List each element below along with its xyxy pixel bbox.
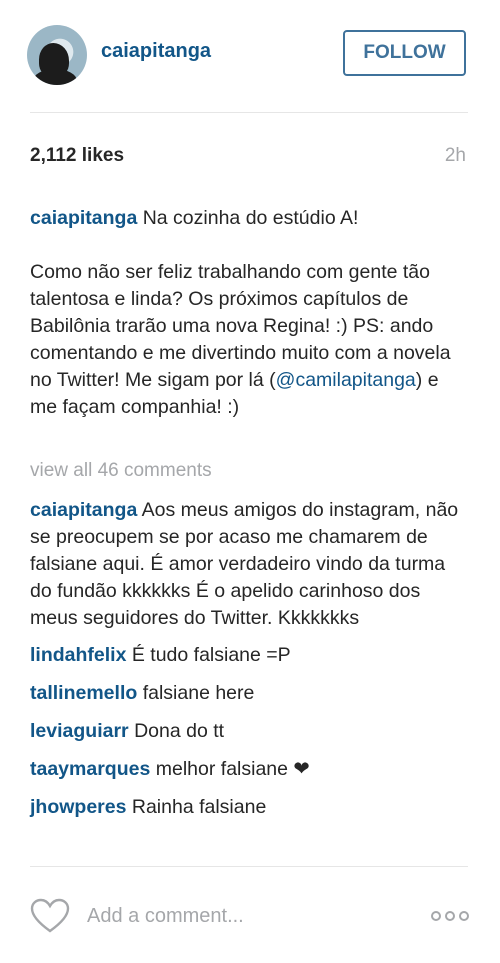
divider (30, 112, 468, 113)
caption-text: Na cozinha do estúdio A! Como não ser fe… (30, 207, 451, 391)
comment-username[interactable]: leviaguiarr (30, 720, 129, 742)
add-comment-input[interactable] (87, 905, 387, 928)
post-author-username[interactable]: caiapitanga (101, 40, 211, 63)
comment-item: lindahfelix É tudo falsiane =P (30, 642, 470, 669)
more-options-icon[interactable] (430, 906, 470, 926)
avatar-silhouette-body (33, 69, 77, 85)
comment-text: Rainha falsiane (131, 796, 267, 818)
likes-count[interactable]: 2,112 likes (30, 145, 124, 167)
comment-text: É tudo falsiane =P (131, 644, 291, 666)
comment-text: melhor falsiane ❤ (155, 758, 310, 780)
comment-text: Dona do tt (134, 720, 225, 742)
comment-username[interactable]: tallinemello (30, 682, 137, 704)
comment-item: jhowperes Rainha falsiane (30, 794, 470, 821)
post-timestamp: 2h (444, 145, 466, 166)
heart-icon[interactable] (30, 898, 70, 934)
avatar[interactable] (27, 25, 87, 85)
comment-item: caiapitanga Aos meus amigos do instagram… (30, 497, 470, 632)
comment-username[interactable]: jhowperes (30, 796, 126, 818)
comment-username[interactable]: caiapitanga (30, 499, 137, 521)
comment-item: leviaguiarr Dona do tt (30, 718, 470, 745)
view-all-comments-link[interactable]: view all 46 comments (30, 460, 212, 482)
post-footer (0, 880, 500, 960)
comment-username[interactable]: taaymarques (30, 758, 150, 780)
divider (30, 866, 468, 867)
comment-item: taaymarques melhor falsiane ❤ (30, 756, 470, 783)
follow-button[interactable]: FOLLOW (343, 30, 466, 76)
comment-item: tallinemello falsiane here (30, 680, 470, 707)
post-caption: caiapitanga Na cozinha do estúdio A! Com… (30, 205, 470, 421)
caption-mention-link[interactable]: @camilapitanga (276, 369, 416, 391)
comment-text: falsiane here (142, 682, 255, 704)
comment-username[interactable]: lindahfelix (30, 644, 126, 666)
post-header: caiapitanga FOLLOW (0, 0, 500, 112)
caption-username[interactable]: caiapitanga (30, 207, 137, 229)
comments-list: caiapitanga Aos meus amigos do instagram… (30, 497, 470, 832)
